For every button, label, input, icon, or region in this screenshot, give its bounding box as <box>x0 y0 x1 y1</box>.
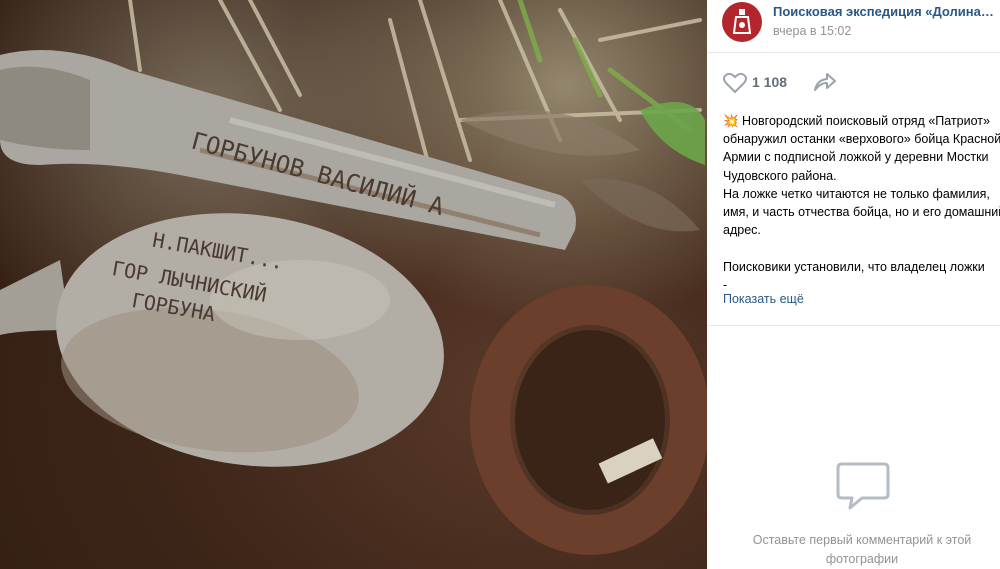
post-sidebar: Поисковая экспедиция «Долина» ... вчера … <box>707 0 1000 569</box>
comments-divider <box>707 325 1000 326</box>
heart-icon[interactable] <box>723 72 747 94</box>
post-header: Поисковая экспедиция «Долина» ... вчера … <box>707 0 1000 53</box>
show-more-link[interactable]: Показать ещё <box>723 292 804 306</box>
bottle-logo-icon <box>732 9 752 34</box>
post-actions: 1 108 <box>707 52 1000 98</box>
post-photo[interactable]: ГОРБУНОВ ВАСИЛИЙ А Н.ПАКШИТ... ГОР ЛЫЧНИ… <box>0 0 707 569</box>
share-arrow-icon[interactable] <box>813 71 837 93</box>
like-count[interactable]: 1 108 <box>752 74 787 90</box>
community-avatar[interactable] <box>722 2 762 42</box>
community-name-link[interactable]: Поисковая экспедиция «Долина» ... <box>773 4 998 19</box>
empty-comments-text: Оставьте первый комментарий к этой фотог… <box>752 533 972 566</box>
post-text: 💥 Новгородский поисковый отряд «Патриот»… <box>723 114 1000 292</box>
photo-scene: ГОРБУНОВ ВАСИЛИЙ А Н.ПАКШИТ... ГОР ЛЫЧНИ… <box>0 0 707 555</box>
comment-bubble-icon <box>836 462 890 510</box>
post-time[interactable]: вчера в 15:02 <box>773 24 851 38</box>
